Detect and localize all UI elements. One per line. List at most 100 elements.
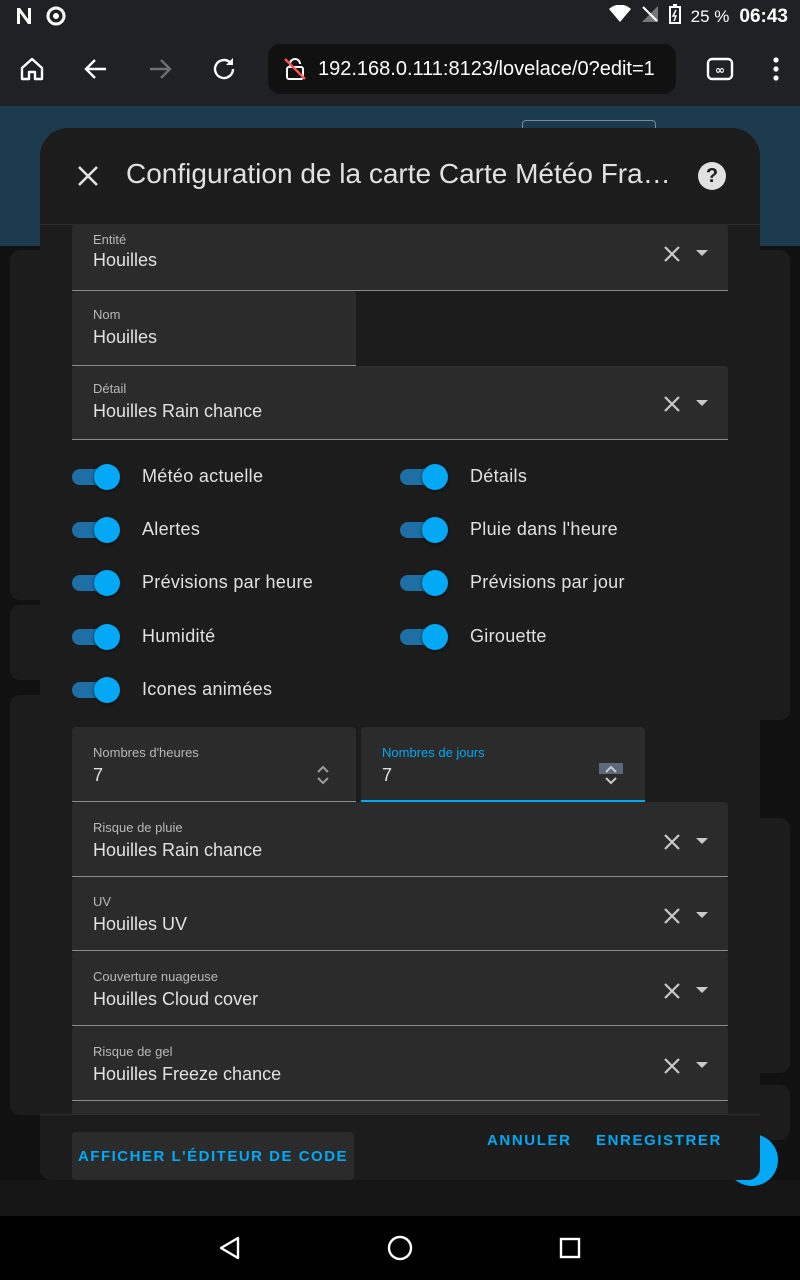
back-button[interactable] bbox=[72, 45, 120, 93]
toggle-switch[interactable] bbox=[400, 624, 448, 650]
toggle-switch[interactable] bbox=[400, 517, 448, 543]
save-button[interactable]: ENREGISTRER bbox=[596, 1132, 722, 1149]
arrow-left-icon bbox=[84, 59, 106, 79]
cancel-button[interactable]: ANNULER bbox=[487, 1132, 572, 1149]
wifi-icon bbox=[608, 4, 631, 28]
next-select-partial[interactable] bbox=[72, 1101, 728, 1114]
hours-count-input[interactable]: Nombres d'heures 7 bbox=[72, 727, 356, 802]
entity-select[interactable]: Entité Houilles bbox=[72, 224, 728, 291]
field-label: Risque de pluie bbox=[93, 820, 183, 835]
clear-icon[interactable] bbox=[662, 394, 682, 414]
background-forecast-strip bbox=[0, 1180, 800, 1216]
days-count-input[interactable]: Nombres de jours 7 bbox=[361, 727, 645, 802]
field-value: Houilles Rain chance bbox=[93, 401, 263, 421]
help-icon: ? bbox=[705, 164, 719, 187]
field-label: Risque de gel bbox=[93, 1044, 173, 1059]
field-value: Houilles Freeze chance bbox=[93, 1064, 282, 1084]
toggle-label: Icones animées bbox=[142, 678, 273, 699]
system-navigation-bar bbox=[0, 1216, 800, 1280]
more-vertical-icon bbox=[773, 57, 779, 81]
nav-recents-button[interactable] bbox=[554, 1232, 586, 1264]
dropdown-arrow-icon[interactable] bbox=[696, 987, 708, 993]
toggle-hourly-forecast[interactable]: Prévisions par heure bbox=[72, 562, 313, 602]
nav-home-button[interactable] bbox=[384, 1232, 416, 1264]
toggle-switch[interactable] bbox=[72, 677, 120, 703]
toggle-switch[interactable] bbox=[400, 570, 448, 596]
arrow-right-icon bbox=[150, 59, 172, 79]
toggle-label: Pluie dans l'heure bbox=[470, 518, 618, 539]
browser-toolbar: 192.168.0.111:8123/lovelace/0?edit=1 ∞ bbox=[0, 32, 800, 106]
home-icon bbox=[20, 57, 44, 81]
detail-select[interactable]: Détail Houilles Rain chance bbox=[72, 366, 728, 440]
toggle-alerts[interactable]: Alertes bbox=[72, 509, 200, 549]
home-button[interactable] bbox=[8, 45, 56, 93]
toggle-label: Humidité bbox=[142, 625, 216, 646]
dialog-content[interactable]: Entité Houilles Nom Houilles Détail Houi… bbox=[72, 224, 728, 1114]
field-value: 7 bbox=[93, 765, 104, 785]
tabs-button[interactable]: ∞ bbox=[696, 45, 744, 93]
help-button[interactable]: ? bbox=[698, 162, 726, 190]
url-text: 192.168.0.111:8123/lovelace/0?edit=1 bbox=[318, 57, 655, 80]
toggle-switch[interactable] bbox=[72, 570, 120, 596]
field-value: Houilles UV bbox=[93, 914, 188, 934]
notification-n-icon bbox=[14, 6, 34, 31]
dialog-footer: AFFICHER L'ÉDITEUR DE CODE ANNULER ENREG… bbox=[40, 1114, 760, 1180]
toggle-switch[interactable] bbox=[72, 517, 120, 543]
cloud-cover-select[interactable]: Couverture nuageuse Houilles Cloud cover bbox=[72, 951, 728, 1026]
svg-text:∞: ∞ bbox=[715, 63, 725, 77]
address-bar[interactable]: 192.168.0.111:8123/lovelace/0?edit=1 bbox=[268, 44, 676, 94]
clear-icon[interactable] bbox=[662, 981, 682, 1001]
toggle-label: Détails bbox=[470, 465, 528, 486]
field-value: Houilles Cloud cover bbox=[93, 989, 259, 1009]
toggle-daily-forecast[interactable]: Prévisions par jour bbox=[400, 562, 625, 602]
toggle-switch[interactable] bbox=[72, 624, 120, 650]
toggle-wind-vane[interactable]: Girouette bbox=[400, 616, 547, 656]
clear-icon[interactable] bbox=[662, 244, 682, 264]
dropdown-arrow-icon[interactable] bbox=[696, 250, 708, 256]
triangle-back-icon bbox=[219, 1236, 240, 1260]
forward-button[interactable] bbox=[136, 45, 184, 93]
field-value: Houilles Rain chance bbox=[93, 840, 263, 860]
circle-home-icon bbox=[387, 1235, 413, 1261]
card-config-dialog: Configuration de la carte Carte Météo Fr… bbox=[40, 128, 760, 1180]
rain-chance-select[interactable]: Risque de pluie Houilles Rain chance bbox=[72, 802, 728, 877]
uv-select[interactable]: UV Houilles UV bbox=[72, 877, 728, 951]
toggle-animated-icons[interactable]: Icones animées bbox=[72, 669, 272, 709]
toggle-label: Météo actuelle bbox=[142, 465, 264, 486]
field-value: Houilles bbox=[93, 327, 158, 347]
close-button[interactable] bbox=[70, 158, 106, 194]
show-code-editor-button[interactable]: AFFICHER L'ÉDITEUR DE CODE bbox=[72, 1132, 354, 1180]
number-spinner-icon[interactable] bbox=[599, 763, 623, 787]
clear-icon[interactable] bbox=[662, 1056, 682, 1076]
dropdown-arrow-icon[interactable] bbox=[696, 912, 708, 918]
nav-back-button[interactable] bbox=[214, 1232, 246, 1264]
toggle-current-weather[interactable]: Météo actuelle bbox=[72, 456, 263, 496]
toggle-rain-hour[interactable]: Pluie dans l'heure bbox=[400, 509, 618, 549]
number-spinner-icon[interactable] bbox=[312, 763, 334, 787]
field-value: 7 bbox=[382, 765, 393, 785]
tab-switcher-icon: ∞ bbox=[706, 57, 734, 81]
name-field[interactable]: Nom Houilles bbox=[72, 291, 356, 366]
dropdown-arrow-icon[interactable] bbox=[696, 400, 708, 406]
toggle-details[interactable]: Détails bbox=[400, 456, 527, 496]
toggle-label: Girouette bbox=[470, 625, 547, 646]
clear-icon[interactable] bbox=[662, 832, 682, 852]
dropdown-arrow-icon[interactable] bbox=[696, 838, 708, 844]
no-signal-icon bbox=[641, 5, 659, 28]
toggle-humidity[interactable]: Humidité bbox=[72, 616, 215, 656]
field-label: Nom bbox=[93, 307, 121, 322]
toggle-switch[interactable] bbox=[72, 464, 120, 490]
battery-icon bbox=[668, 4, 681, 29]
reload-button[interactable] bbox=[200, 45, 248, 93]
reload-icon bbox=[213, 58, 235, 80]
toggle-label: Prévisions par jour bbox=[470, 571, 625, 592]
toggle-label: Alertes bbox=[142, 518, 201, 539]
clock: 06:43 bbox=[739, 5, 788, 27]
menu-button[interactable] bbox=[752, 45, 800, 93]
dropdown-arrow-icon[interactable] bbox=[696, 1062, 708, 1068]
freeze-chance-select[interactable]: Risque de gel Houilles Freeze chance bbox=[72, 1026, 728, 1101]
field-label: Nombres d'heures bbox=[93, 745, 199, 760]
clear-icon[interactable] bbox=[662, 906, 682, 926]
field-label: Couverture nuageuse bbox=[93, 969, 219, 984]
toggle-switch[interactable] bbox=[400, 464, 448, 490]
